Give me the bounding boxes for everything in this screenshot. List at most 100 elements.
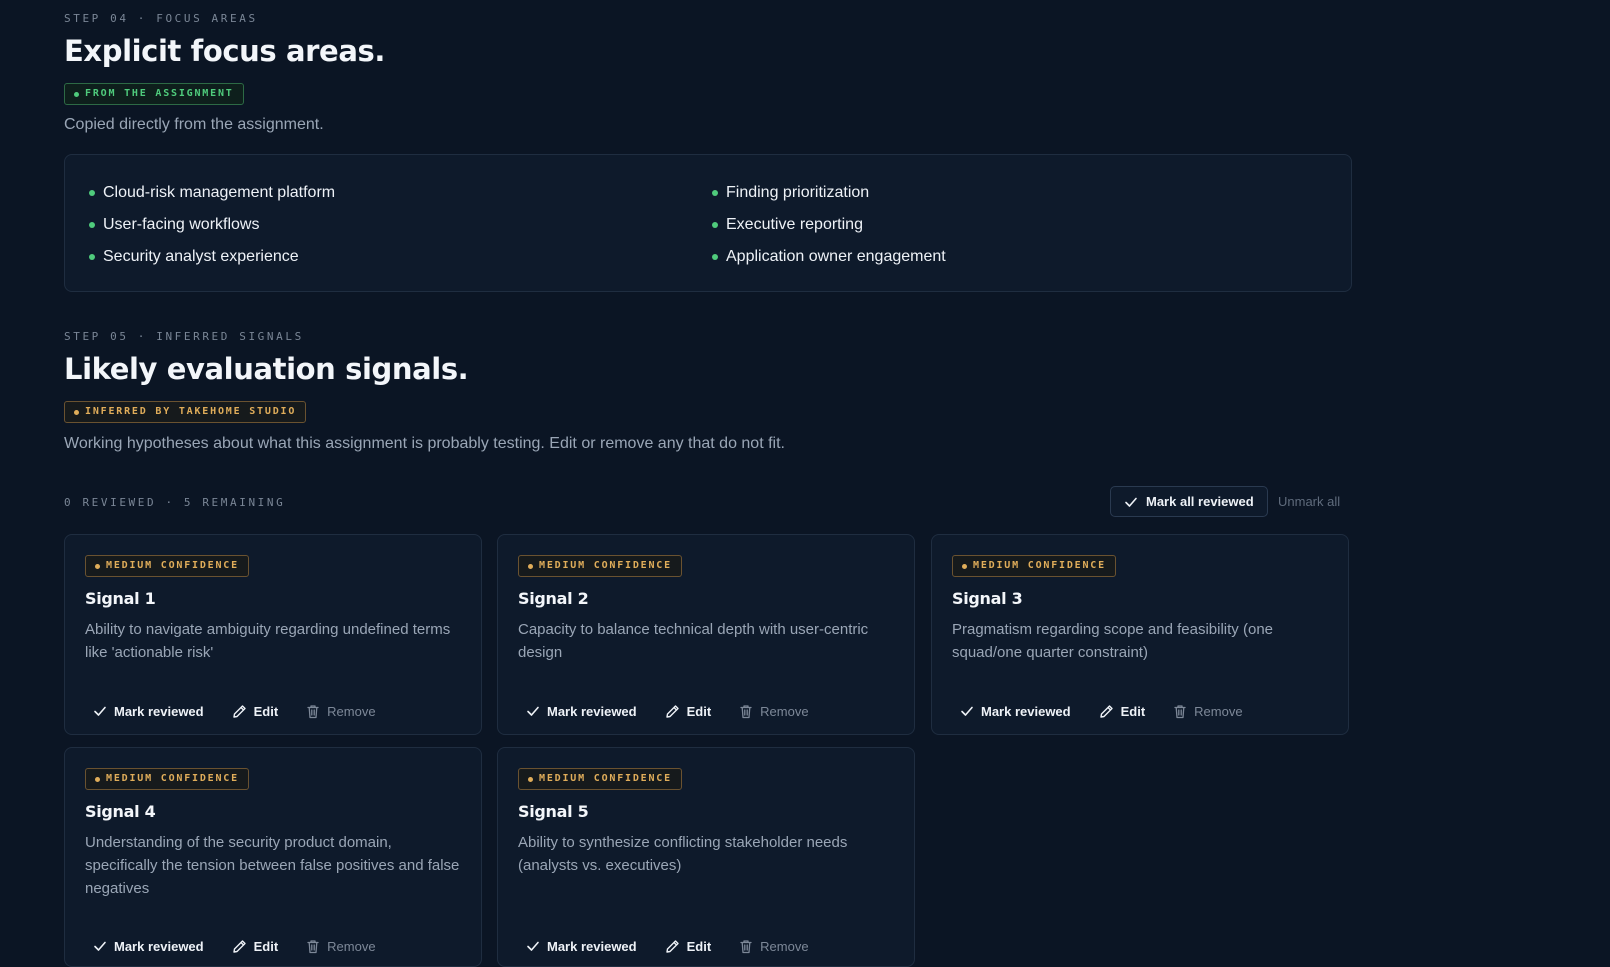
confidence-label: MEDIUM CONFIDENCE xyxy=(539,773,672,784)
trash-icon xyxy=(740,704,752,718)
mark-reviewed-label: Mark reviewed xyxy=(547,703,637,719)
focus-list-left: Cloud-risk management platform User-faci… xyxy=(89,177,335,273)
signal-description: Ability to navigate ambiguity regarding … xyxy=(85,621,451,661)
focus-item-label: Executive reporting xyxy=(726,216,863,233)
signal-actions: Mark reviewed Edit Remove xyxy=(512,932,823,960)
check-icon xyxy=(94,941,106,951)
signal-card: MEDIUM CONFIDENCE Signal 1 Ability to navi… xyxy=(64,534,482,735)
review-counter: 0 REVIEWED · 5 REMAINING xyxy=(64,496,286,509)
edit-button[interactable]: Edit xyxy=(218,932,293,960)
focus-title: Explicit focus areas. xyxy=(64,34,385,68)
confidence-badge: MEDIUM CONFIDENCE xyxy=(85,555,249,577)
inferred-badge: INFERRED BY TAKEHOME STUDIO xyxy=(64,401,307,423)
confidence-label: MEDIUM CONFIDENCE xyxy=(106,773,239,784)
remove-button[interactable]: Remove xyxy=(292,697,389,725)
status-dot-icon xyxy=(528,776,533,782)
status-dot-icon xyxy=(74,409,79,415)
remove-label: Remove xyxy=(1194,703,1243,719)
edit-label: Edit xyxy=(253,938,279,954)
signal-card: MEDIUM CONFIDENCE Signal 3 Pragmatism rega… xyxy=(931,534,1349,735)
focus-badge-wrap: FROM THE ASSIGNMENT xyxy=(64,83,244,105)
edit-button[interactable]: Edit xyxy=(1085,697,1160,725)
unmark-all-button[interactable]: Unmark all xyxy=(1278,494,1340,509)
confidence-label: MEDIUM CONFIDENCE xyxy=(106,560,239,571)
mark-reviewed-label: Mark reviewed xyxy=(981,703,1071,719)
mark-reviewed-button[interactable]: Mark reviewed xyxy=(946,697,1085,725)
mark-reviewed-label: Mark reviewed xyxy=(547,938,637,954)
status-dot-icon xyxy=(528,563,533,569)
focus-item: Security analyst experience xyxy=(89,241,335,273)
signal-card: MEDIUM CONFIDENCE Signal 4 Understanding o… xyxy=(64,747,482,967)
status-dot-icon xyxy=(95,776,100,782)
signal-title: Signal 3 xyxy=(952,589,1023,608)
bullet-icon xyxy=(89,190,95,196)
focus-item: Finding prioritization xyxy=(712,177,946,209)
mark-reviewed-button[interactable]: Mark reviewed xyxy=(512,697,651,725)
inferred-badge-label: INFERRED BY TAKEHOME STUDIO xyxy=(85,406,297,417)
focus-item-label: Security analyst experience xyxy=(103,248,299,265)
signal-actions: Mark reviewed Edit Remove xyxy=(79,697,390,725)
mark-reviewed-button[interactable]: Mark reviewed xyxy=(79,697,218,725)
focus-item-label: Application owner engagement xyxy=(726,248,946,265)
signal-card: MEDIUM CONFIDENCE Signal 2 Capacity to bal… xyxy=(497,534,915,735)
remove-label: Remove xyxy=(327,938,376,954)
mark-all-reviewed-button[interactable]: Mark all reviewed xyxy=(1110,486,1268,517)
check-icon xyxy=(527,706,539,716)
signal-description: Pragmatism regarding scope and feasibili… xyxy=(952,621,1273,661)
focus-item: Application owner engagement xyxy=(712,241,946,273)
remove-button[interactable]: Remove xyxy=(725,697,822,725)
pencil-icon xyxy=(232,939,246,953)
focus-item: Cloud-risk management platform xyxy=(89,177,335,209)
focus-lede: Copied directly from the assignment. xyxy=(64,116,324,133)
confidence-label: MEDIUM CONFIDENCE xyxy=(539,560,672,571)
check-icon xyxy=(94,706,106,716)
signal-card: MEDIUM CONFIDENCE Signal 5 Ability to synt… xyxy=(497,747,915,967)
bullet-icon xyxy=(712,222,718,228)
trash-icon xyxy=(307,939,319,953)
signal-title: Signal 5 xyxy=(518,802,589,821)
remove-button[interactable]: Remove xyxy=(1159,697,1256,725)
signals-lede: Working hypotheses about what this assig… xyxy=(64,435,785,452)
confidence-badge: MEDIUM CONFIDENCE xyxy=(85,768,249,790)
edit-button[interactable]: Edit xyxy=(651,697,726,725)
edit-label: Edit xyxy=(686,703,712,719)
edit-label: Edit xyxy=(253,703,279,719)
confidence-badge: MEDIUM CONFIDENCE xyxy=(518,555,682,577)
edit-button[interactable]: Edit xyxy=(218,697,293,725)
focus-item: User-facing workflows xyxy=(89,209,335,241)
mark-reviewed-button[interactable]: Mark reviewed xyxy=(79,932,218,960)
signal-actions: Mark reviewed Edit Remove xyxy=(79,932,390,960)
bullet-icon xyxy=(89,222,95,228)
bullet-icon xyxy=(89,254,95,260)
focus-item-label: Cloud-risk management platform xyxy=(103,184,336,201)
bullet-icon xyxy=(712,254,718,260)
bullet-icon xyxy=(712,190,718,196)
signals-title: Likely evaluation signals. xyxy=(64,352,469,386)
pencil-icon xyxy=(665,939,679,953)
focus-eyebrow: STEP 04 · FOCUS AREAS xyxy=(64,12,258,25)
remove-button[interactable]: Remove xyxy=(725,932,822,960)
trash-icon xyxy=(1174,704,1186,718)
remove-label: Remove xyxy=(760,703,809,719)
pencil-icon xyxy=(1099,704,1113,718)
signal-actions: Mark reviewed Edit Remove xyxy=(512,697,823,725)
source-badge: FROM THE ASSIGNMENT xyxy=(64,83,244,105)
signals-badge-wrap: INFERRED BY TAKEHOME STUDIO xyxy=(64,401,307,423)
check-icon xyxy=(1125,497,1137,507)
mark-reviewed-label: Mark reviewed xyxy=(114,703,204,719)
trash-icon xyxy=(307,704,319,718)
confidence-badge: MEDIUM CONFIDENCE xyxy=(518,768,682,790)
signal-title: Signal 1 xyxy=(85,589,156,608)
remove-label: Remove xyxy=(327,703,376,719)
pencil-icon xyxy=(665,704,679,718)
signal-actions: Mark reviewed Edit Remove xyxy=(946,697,1257,725)
signal-title: Signal 2 xyxy=(518,589,589,608)
edit-label: Edit xyxy=(1120,703,1146,719)
signals-eyebrow: STEP 05 · INFERRED SIGNALS xyxy=(64,330,304,343)
remove-button[interactable]: Remove xyxy=(292,932,389,960)
edit-button[interactable]: Edit xyxy=(651,932,726,960)
mark-all-reviewed-label: Mark all reviewed xyxy=(1146,494,1254,509)
status-dot-icon xyxy=(74,91,79,97)
mark-reviewed-button[interactable]: Mark reviewed xyxy=(512,932,651,960)
check-icon xyxy=(961,706,973,716)
